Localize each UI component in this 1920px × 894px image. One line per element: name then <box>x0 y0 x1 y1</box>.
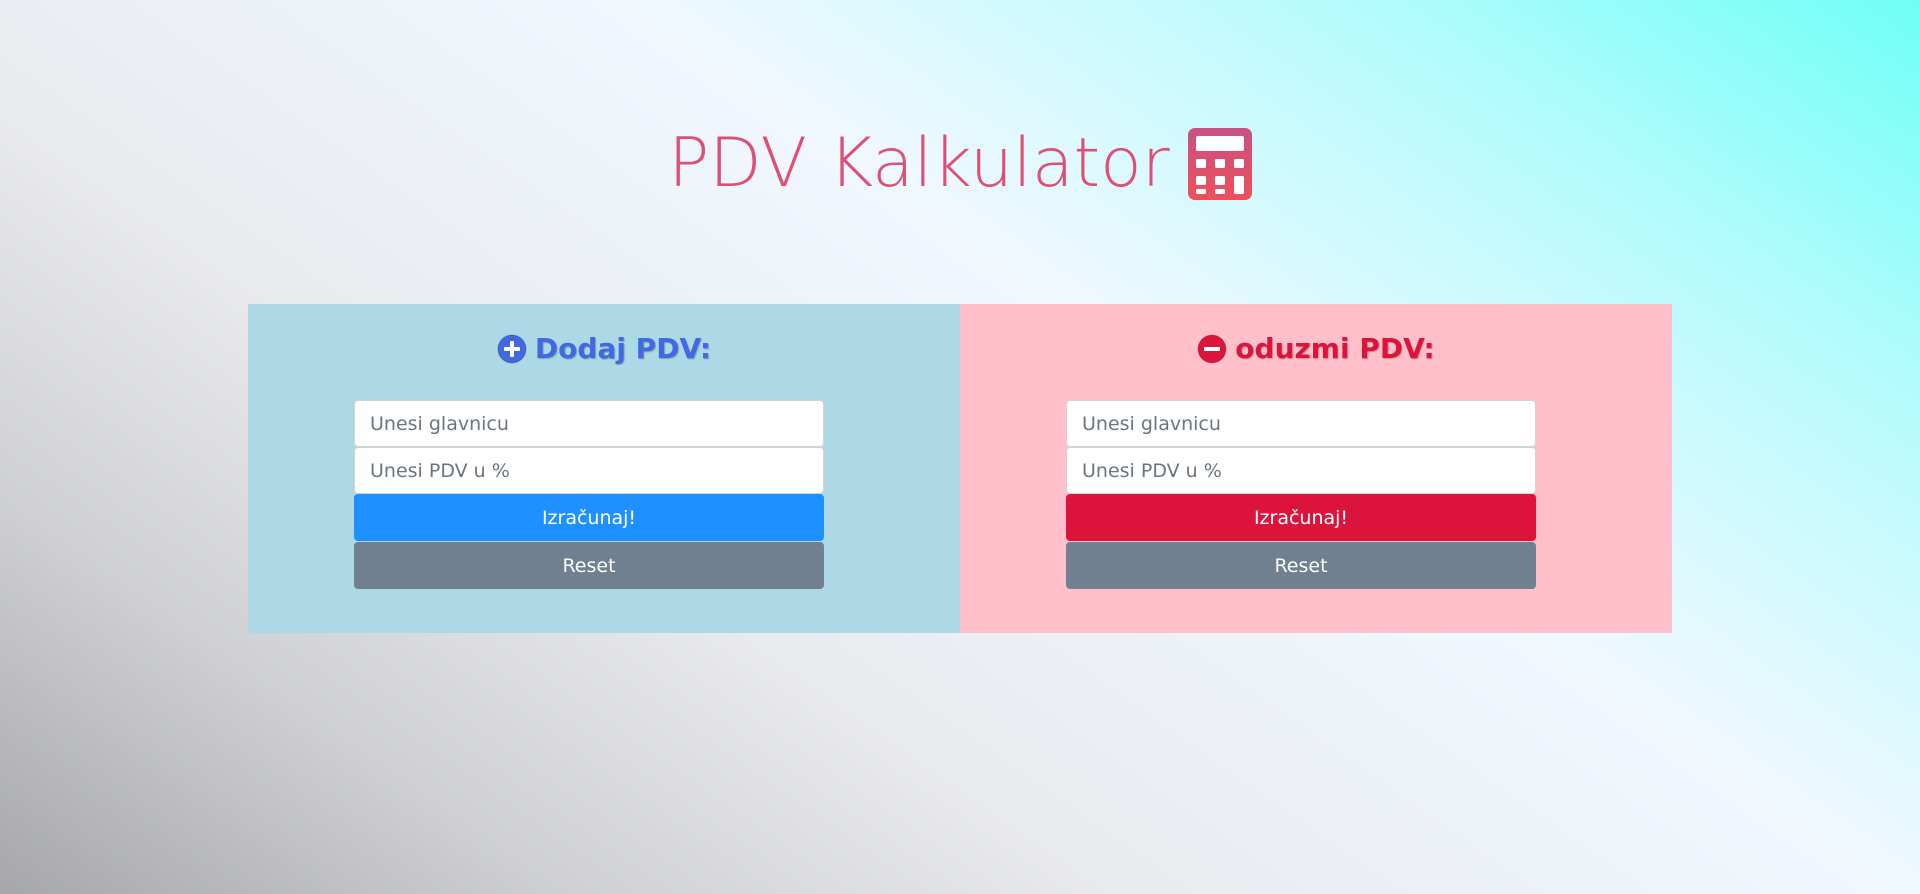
subtract-vat-heading: oduzmi PDV: <box>960 332 1672 365</box>
page-title: PDV Kalkulator <box>668 124 1170 203</box>
subtract-vat-heading-label: oduzmi PDV: <box>1235 332 1435 365</box>
add-vat-form: Izračunaj! Reset <box>354 400 824 589</box>
subtract-vat-form: Izračunaj! Reset <box>1066 400 1536 589</box>
add-reset-button[interactable]: Reset <box>354 542 824 589</box>
add-vat-heading-label: Dodaj PDV: <box>534 332 712 365</box>
add-vat-panel: Dodaj PDV: Izračunaj! Reset <box>248 304 960 633</box>
calculator-panels: Dodaj PDV: Izračunaj! Reset oduzmi PDV: … <box>248 304 1672 633</box>
add-vat-heading: Dodaj PDV: <box>248 332 960 365</box>
plus-circle-icon <box>497 334 527 363</box>
subtract-reset-button[interactable]: Reset <box>1066 542 1536 589</box>
subtract-vat-panel: oduzmi PDV: Izračunaj! Reset <box>960 304 1672 633</box>
subtract-vat-percent-input[interactable] <box>1066 447 1536 494</box>
add-calculate-button[interactable]: Izračunaj! <box>354 494 824 541</box>
subtract-principal-input[interactable] <box>1066 400 1536 447</box>
minus-circle-icon <box>1197 334 1227 363</box>
page-header: PDV Kalkulator <box>0 128 1920 200</box>
calculator-icon <box>1187 128 1252 200</box>
add-principal-input[interactable] <box>354 400 824 447</box>
subtract-calculate-button[interactable]: Izračunaj! <box>1066 494 1536 541</box>
add-vat-percent-input[interactable] <box>354 447 824 494</box>
